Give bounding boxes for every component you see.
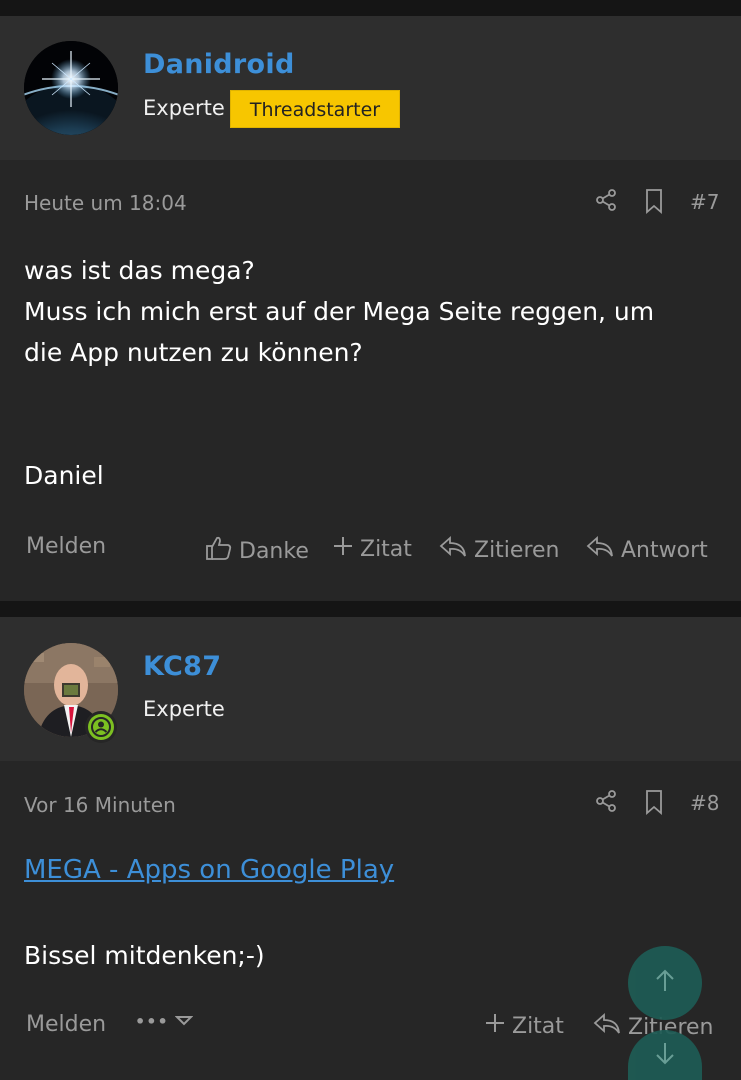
more-menu-button[interactable]: ••• — [135, 1012, 194, 1031]
report-button[interactable]: Melden — [26, 534, 106, 559]
user-role: Experte — [143, 96, 225, 120]
report-button[interactable]: Melden — [26, 1012, 106, 1037]
post-number[interactable]: #7 — [690, 190, 719, 214]
top-bar — [0, 0, 741, 16]
avatar-image — [24, 41, 118, 135]
more-dots: ••• — [135, 1012, 169, 1031]
post-timestamp[interactable]: Heute um 18:04 — [24, 191, 187, 215]
post-number[interactable]: #8 — [690, 791, 719, 815]
threadstarter-badge: Threadstarter — [230, 90, 400, 128]
post-header: KC87 Experte — [0, 617, 741, 761]
username[interactable]: Danidroid — [143, 49, 295, 80]
plus-icon — [484, 1012, 506, 1040]
content-line: Muss ich mich erst auf der Mega Seite re… — [24, 297, 655, 326]
reply-label: Antwort — [621, 537, 708, 563]
user-role: Experte — [143, 697, 225, 721]
bookmark-icon[interactable] — [642, 188, 666, 218]
post-content: was ist das mega? Muss ich mich erst auf… — [24, 250, 654, 496]
reply-icon — [592, 1012, 622, 1042]
arrow-up-icon — [651, 967, 679, 999]
content-line — [24, 373, 654, 414]
quote-add-button[interactable]: Zitat — [332, 535, 412, 563]
post-content: Bissel mitdenken;-) — [24, 941, 265, 970]
post-timestamp[interactable]: Vor 16 Minuten — [24, 793, 176, 817]
username[interactable]: KC87 — [143, 651, 221, 682]
reply-icon — [438, 535, 468, 565]
content-line: die App nutzen zu können? — [24, 338, 363, 367]
content-line: Daniel — [24, 461, 104, 490]
chevron-down-icon — [174, 1012, 194, 1031]
reply-icon — [585, 535, 615, 565]
bookmark-icon[interactable] — [642, 789, 666, 819]
online-user-icon — [84, 710, 118, 748]
thanks-button[interactable]: Danke — [205, 535, 309, 567]
post-separator — [0, 601, 741, 617]
report-label: Melden — [26, 1012, 107, 1037]
thumbs-up-icon — [205, 535, 233, 567]
google-play-link[interactable]: MEGA - Apps on Google Play — [24, 855, 394, 885]
content-line: was ist das mega? — [24, 256, 255, 285]
share-icon[interactable] — [594, 188, 618, 216]
quote-add-button[interactable]: Zitat — [484, 1012, 564, 1040]
report-label: Melden — [26, 534, 107, 559]
content-line — [24, 414, 654, 455]
scroll-up-button[interactable] — [628, 946, 702, 1020]
quote-label: Zitieren — [474, 537, 560, 563]
quote-add-label: Zitat — [360, 536, 412, 562]
quote-button[interactable]: Zitieren — [438, 535, 560, 565]
reply-button[interactable]: Antwort — [585, 535, 708, 565]
post-8: KC87 Experte Vor 16 Minuten #8 MEGA - Ap… — [0, 617, 741, 1080]
post-7: Danidroid Experte Threadstarter Heute um… — [0, 16, 741, 601]
quote-add-label: Zitat — [512, 1013, 564, 1039]
arrow-down-icon — [651, 1039, 679, 1071]
post-header: Danidroid Experte Threadstarter — [0, 16, 741, 160]
thanks-label: Danke — [239, 538, 309, 564]
plus-icon — [332, 535, 354, 563]
share-icon[interactable] — [594, 789, 618, 817]
avatar[interactable] — [24, 41, 118, 135]
